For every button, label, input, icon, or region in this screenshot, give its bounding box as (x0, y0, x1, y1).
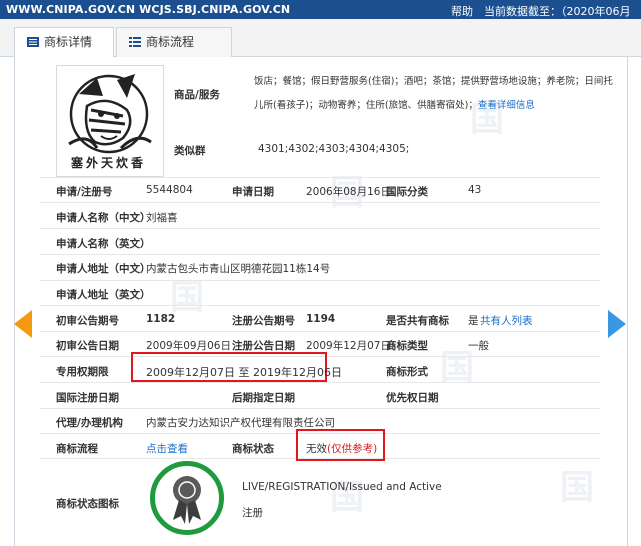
status-note: (仅供参考) (327, 443, 378, 455)
divider (40, 177, 600, 178)
tab-trademark-details[interactable]: 商标详情 (14, 27, 114, 58)
reg-date-label: 注册公告日期 (232, 340, 295, 352)
arrow-right-icon[interactable] (608, 310, 626, 338)
logo-text: 塞外天炊香 (71, 156, 147, 170)
app-no-label: 申请/注册号 (56, 186, 113, 198)
shared-label: 是否共有商标 (386, 315, 449, 327)
top-bar: WWW.CNIPA.GOV.CN WCJS.SBJ.CNIPA.GOV.CN 帮… (0, 0, 641, 34)
watermark: 国 (560, 468, 594, 508)
divider (40, 228, 600, 229)
tab-label: 商标流程 (146, 35, 195, 49)
prelim-no-value: 1182 (146, 313, 176, 325)
form-label: 商标形式 (386, 366, 428, 378)
seal-ribbon-icon (150, 461, 224, 535)
exclusive-label: 专用权期限 (56, 366, 109, 378)
tab-trademark-process[interactable]: 商标流程 (116, 27, 232, 57)
applicant-cn-label: 申请人名称（中文） (56, 212, 151, 224)
tab-bar: 商标详情 商标流程 (0, 19, 641, 58)
goods-services: 饭店；餐馆；假日野营服务(住宿)；酒吧；茶馆；提供野营场地设施；养老院；日间托 … (254, 70, 634, 118)
goods-line-2-wrap: 儿所(看孩子)；动物寄养；住所(旅馆、供膳寄宿处)；查看详细信息 (254, 94, 634, 118)
status-icon-label: 商标状态图标 (56, 498, 119, 510)
status-en: LIVE/REGISTRATION/Issued and Active (242, 481, 442, 493)
tab-label: 商标详情 (44, 35, 93, 49)
co-owner-list-link[interactable]: 共有人列表 (480, 313, 533, 328)
flow-list-icon (129, 37, 141, 47)
reg-no-label: 注册公告期号 (232, 315, 295, 327)
app-date-value: 2006年08月16日 (306, 186, 391, 198)
watermark: 国 (330, 478, 364, 518)
exclusive-value: 2009年12月07日 至 2019年12月06日 (146, 366, 342, 379)
divider (40, 254, 600, 255)
reg-no-value: 1194 (306, 313, 336, 325)
address-cn-value: 内蒙古包头市青山区明德花园11栋14号 (146, 263, 331, 275)
intl-reg-date-label: 国际注册日期 (56, 392, 119, 404)
process-view-link[interactable]: 点击查看 (146, 441, 188, 456)
applicant-cn-value: 刘福喜 (146, 212, 178, 224)
process-label: 商标流程 (56, 443, 98, 455)
divider (40, 202, 600, 203)
type-label: 商标类型 (386, 340, 428, 352)
similar-group-value: 4301;4302;4303;4304;4305; (258, 143, 410, 155)
goods-line-2: 儿所(看孩子)；动物寄养；住所(旅馆、供膳寄宿处)； (254, 100, 478, 111)
shared-value: 是 (468, 315, 479, 327)
status-label: 商标状态 (232, 443, 274, 455)
trademark-image: 塞外天炊香 (56, 65, 164, 177)
app-date-label: 申请日期 (232, 186, 274, 198)
divider (40, 382, 600, 383)
status-cn: 注册 (242, 507, 263, 519)
address-en-label: 申请人地址（英文） (56, 289, 151, 301)
divider (40, 280, 600, 281)
site-urls: WWW.CNIPA.GOV.CN WCJS.SBJ.CNIPA.GOV.CN (6, 3, 291, 16)
divider (40, 408, 600, 409)
agent-value: 内蒙古安力达知识产权代理有限责任公司 (146, 417, 335, 429)
prelim-date-label: 初审公告日期 (56, 340, 119, 352)
address-cn-label: 申请人地址（中文） (56, 263, 151, 275)
similar-group-label: 类似群 (174, 145, 206, 157)
status-value-wrap: 无效(仅供参考) (306, 441, 377, 456)
document-list-icon (27, 37, 39, 47)
help-link[interactable]: 帮助 (451, 3, 473, 19)
reg-date-value: 2009年12月07日 (306, 340, 391, 352)
app-no-value: 5544804 (146, 184, 193, 196)
watermark: 国 (170, 278, 204, 318)
applicant-en-label: 申请人名称（英文） (56, 238, 151, 250)
prelim-date-value: 2009年09月06日 (146, 340, 231, 352)
priority-label: 优先权日期 (386, 392, 439, 404)
goods-more-link[interactable]: 查看详细信息 (478, 100, 535, 111)
seal-ribbon-graphic (173, 476, 201, 524)
divider (40, 305, 600, 306)
status-value: 无效 (306, 443, 327, 455)
intl-class-value: 43 (468, 184, 482, 196)
prelim-no-label: 初审公告期号 (56, 315, 119, 327)
agent-label: 代理/办理机构 (56, 417, 123, 429)
goods-line-1: 饭店；餐馆；假日野营服务(住宿)；酒吧；茶馆；提供野营场地设施；养老院；日间托 (254, 76, 613, 87)
type-value: 一般 (468, 340, 489, 352)
later-date-label: 后期指定日期 (232, 392, 295, 404)
goods-label: 商品/服务 (174, 89, 220, 101)
divider (40, 331, 600, 332)
arrow-left-icon[interactable] (14, 310, 32, 338)
intl-class-label: 国际分类 (386, 186, 428, 198)
